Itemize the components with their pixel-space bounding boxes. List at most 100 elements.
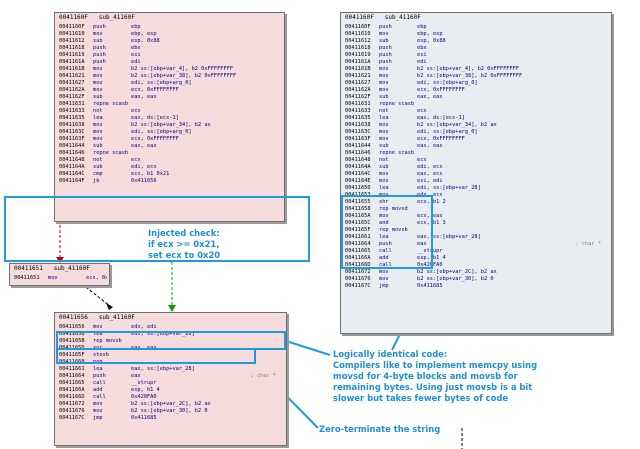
asm-line[interactable]: 00411676 mov b2 ss:[ebp+var_30], b2 0: [345, 276, 609, 283]
asm-addr: 00411619: [59, 52, 85, 58]
asm-line[interactable]: 00411631 repne scasb: [345, 101, 609, 108]
asm-line[interactable]: 0041163C mov edi, ss:[ebp+arg_0]: [345, 129, 609, 136]
asm-mnemonic: push: [93, 24, 106, 30]
asm-line[interactable]: 0041162A mov ecx, 0xFFFFFFFF: [345, 87, 609, 94]
asm-addr: 00411618: [59, 45, 85, 51]
asm-line[interactable]: 0041164A sub edi, ecx: [59, 164, 282, 171]
asm-addr: 00411672: [59, 401, 85, 407]
asm-line[interactable]: 00411661 lea eax, ss:[ebp+var_28]: [59, 366, 284, 373]
asm-line[interactable]: 00411648 not ecx: [345, 157, 609, 164]
asm-mnemonic: mov: [379, 129, 389, 135]
asm-line[interactable]: 00411610 mov ebp, esp: [59, 31, 282, 38]
asm-line[interactable]: 00411627 mov edi, ss:[ebp+arg_0]: [345, 80, 609, 87]
asm-addr: 00411618: [345, 45, 371, 51]
asm-mnemonic: mov: [48, 275, 58, 281]
asm-addr: 00411635: [59, 115, 85, 121]
asm-operands: edi, ecx: [131, 164, 157, 170]
asm-line[interactable]: 0041164F jb 0x411656: [59, 178, 282, 185]
asm-line[interactable]: 00411646 repne scasb: [345, 150, 609, 157]
asm-line[interactable]: 0041161A push edi: [345, 59, 609, 66]
asm-line[interactable]: 0041162F sub eax, eax: [59, 94, 282, 101]
asm-addr: 0041160F: [59, 24, 85, 30]
asm-line[interactable]: 0041162F sub eax, eax: [345, 94, 609, 101]
asm-line[interactable]: 00411638 mov b2 ss:[ebp+var_34], b2 ax: [59, 122, 282, 129]
asm-operands: 0x420FA0: [131, 394, 157, 400]
code-block-set-ecx[interactable]: 00411651 sub_41160F 00411651 mov ecx, 0x20: [9, 263, 110, 286]
asm-line[interactable]: 00411612 sub esp, 0x88: [59, 38, 282, 45]
asm-line[interactable]: 00411635 lea eax, ds:[ecx-1]: [345, 115, 609, 122]
asm-operands: eax, eax: [417, 94, 443, 100]
asm-line[interactable]: 0041163F mov ecx, 0xFFFFFFFF: [59, 136, 282, 143]
asm-line[interactable]: 0041164C cmp ecx, b1 0x21: [59, 171, 282, 178]
asm-mnemonic: mov: [379, 31, 389, 37]
asm-addr: 0041164A: [345, 164, 371, 170]
asm-line[interactable]: 0041167C jmp 0x411685: [345, 283, 609, 290]
asm-line[interactable]: 00411672 mov b2 ss:[ebp+var_2C], b2 ax: [345, 269, 609, 276]
asm-addr: 00411646: [59, 150, 85, 156]
asm-line[interactable]: 00411633 not ecx: [345, 108, 609, 115]
code-block-entry[interactable]: 0041160F sub_41160F 0041160F push ebp 00411…: [54, 12, 285, 222]
asm-operands: ecx, 0xFFFFFFFF: [131, 87, 179, 93]
asm-line[interactable]: 00411618 push ebx: [345, 45, 609, 52]
asm-mnemonic: sub: [93, 94, 103, 100]
asm-line[interactable]: 0041164C mov eax, ecx: [345, 171, 609, 178]
asm-operands: eax, ecx: [417, 171, 443, 177]
asm-line[interactable]: 0041160F push ebp: [345, 24, 609, 31]
asm-line[interactable]: 00411633 not ecx: [59, 108, 282, 115]
asm-line[interactable]: 0041167C jmp 0x411685: [59, 415, 284, 422]
asm-line[interactable]: 0041163F mov ecx, 0xFFFFFFFF: [345, 136, 609, 143]
asm-mnemonic: mov: [379, 122, 389, 128]
asm-line[interactable]: 0041164E mov esi, edi: [345, 178, 609, 185]
asm-line[interactable]: 00411644 sub eax, eax: [345, 143, 609, 150]
asm-line[interactable]: 00411672 mov b2 ss:[ebp+var_2C], b2 ax: [59, 401, 284, 408]
asm-line[interactable]: 0041161B mov b2 ss:[ebp+var_4], b2 0xFFFFF…: [345, 66, 609, 73]
asm-addr: 0041161B: [59, 66, 85, 72]
asm-operands: 0x411685: [131, 415, 157, 421]
code-block-original[interactable]: 0041160F sub_41160F 0041160F push ebp 00411…: [340, 12, 612, 334]
asm-line[interactable]: 00411646 repne scasb: [59, 150, 282, 157]
asm-line[interactable]: 00411676 mov b2 ss:[ebp+var_30], b2 0: [59, 408, 284, 415]
asm-line[interactable]: 00411621 mov b2 ss:[ebp+var_38], b2 0xFFFF…: [59, 73, 282, 80]
asm-addr: 0041160F: [345, 24, 371, 30]
asm-addr: 0041164C: [59, 171, 85, 177]
asm-line[interactable]: 00411612 sub esp, 0x88: [345, 38, 609, 45]
pointer-logical-left: [285, 340, 331, 356]
asm-line[interactable]: 0041163C mov edi, ss:[ebp+arg_0]: [59, 129, 282, 136]
asm-addr: 00411612: [59, 38, 85, 44]
asm-line[interactable]: 00411650 lea edi, ss:[ebp+var_28]: [345, 185, 609, 192]
asm-line[interactable]: 00411631 repne scasb: [59, 101, 282, 108]
asm-operands: ebp, esp: [131, 31, 157, 37]
asm-line[interactable]: 00411610 mov ebp, esp: [345, 31, 609, 38]
fallthrough-arrowhead: [106, 303, 113, 310]
asm-line[interactable]: 0041160F push ebp: [59, 24, 282, 31]
asm-line[interactable]: 0041161B mov b2 ss:[ebp+var_4], b2 0xFFFFF…: [59, 66, 282, 73]
asm-line[interactable]: 0041166A add esp, b1 4: [59, 387, 284, 394]
asm-mnemonic: call: [93, 380, 106, 386]
asm-operands: eax, ss:[ebp+var_28]: [131, 366, 195, 372]
asm-line[interactable]: 0041162A mov ecx, 0xFFFFFFFF: [59, 87, 282, 94]
asm-operands: ecx, 0x20: [86, 275, 107, 281]
asm-operands: b2 ss:[ebp+var_4], b2 0xFFFFFFFF: [131, 66, 234, 72]
asm-line[interactable]: 00411638 mov b2 ss:[ebp+var_34], b2 ax: [345, 122, 609, 129]
asm-line[interactable]: 00411644 sub eax, eax: [59, 143, 282, 150]
asm-line[interactable]: 00411618 push ebx: [59, 45, 282, 52]
asm-line[interactable]: 00411651 mov ecx, 0x20: [14, 275, 107, 282]
asm-line[interactable]: 00411664 push eax ; char *: [59, 373, 284, 380]
asm-line[interactable]: 00411665 call __strupr: [59, 380, 284, 387]
asm-mnemonic: repne scasb: [379, 101, 415, 107]
asm-line[interactable]: 00411619 push esi: [59, 52, 282, 59]
asm-line[interactable]: 0041161A push edi: [59, 59, 282, 66]
asm-line[interactable]: 00411621 mov b2 ss:[ebp+var_38], b2 0xFFFF…: [345, 73, 609, 80]
asm-line[interactable]: 00411619 push esi: [345, 52, 609, 59]
asm-line[interactable]: 00411627 mov edi, ss:[ebp+arg_0]: [59, 80, 282, 87]
asm-comment: ; char *: [250, 373, 276, 379]
asm-line[interactable]: 00411656 mov edx, edi: [59, 324, 284, 331]
asm-mnemonic: mov: [379, 87, 389, 93]
asm-line[interactable]: 0041166D call 0x420FA0: [59, 394, 284, 401]
asm-mnemonic: mov: [379, 66, 389, 72]
asm-line[interactable]: 00411648 not ecx: [59, 157, 282, 164]
asm-mnemonic: lea: [93, 366, 103, 372]
asm-operands: eax, eax: [131, 94, 157, 100]
asm-line[interactable]: 0041164A sub edi, ecx: [345, 164, 609, 171]
asm-line[interactable]: 00411635 lea eax, ds:[ecx-1]: [59, 115, 282, 122]
